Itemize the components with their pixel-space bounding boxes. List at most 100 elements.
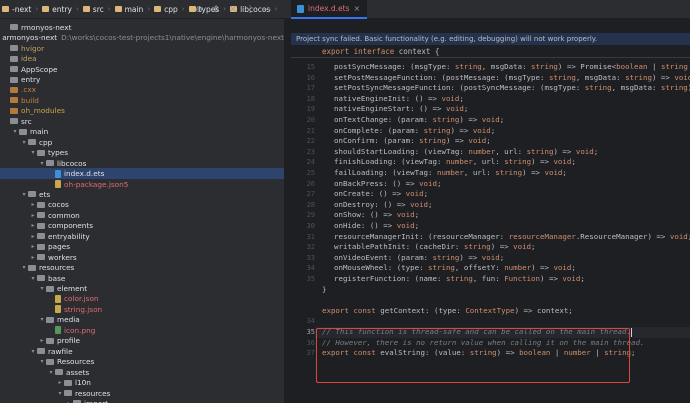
- line-number: 18: [306, 94, 315, 103]
- tree-item[interactable]: ▾ cpp: [0, 137, 284, 148]
- tree-item[interactable]: ▸ components: [0, 221, 284, 232]
- chevron-right-icon[interactable]: ▸: [29, 233, 37, 240]
- chevron-down-icon[interactable]: ▾: [29, 348, 37, 355]
- tree-item[interactable]: oh-package.json5: [0, 179, 284, 190]
- code-line[interactable]: setPostMessageFunction: (postMessage: (m…: [322, 73, 690, 84]
- tree-item[interactable]: ▾ Resources: [0, 356, 284, 367]
- tree-item[interactable]: ▸ common: [0, 210, 284, 221]
- tree-item[interactable]: ▾ resources: [0, 388, 284, 399]
- chevron-down-icon[interactable]: ▾: [20, 264, 28, 271]
- chevron-right-icon[interactable]: ▸: [29, 222, 37, 229]
- chevron-down-icon[interactable]: ▾: [11, 128, 19, 135]
- tree-item[interactable]: ▾ rawfile: [0, 346, 284, 357]
- breadcrumb-item[interactable]: main: [113, 5, 146, 14]
- tree-item[interactable]: ▾ ets: [0, 189, 284, 200]
- settings-icon[interactable]: ⋮: [245, 5, 255, 15]
- tree-item[interactable]: ▾ element: [0, 283, 284, 294]
- code-line[interactable]: onShow: () => void;: [322, 210, 419, 221]
- code-line[interactable]: onVideoEvent: (param: string) => void;: [322, 253, 504, 264]
- sticky-header[interactable]: export interface context {: [291, 45, 690, 58]
- chevron-down-icon[interactable]: ▾: [56, 390, 64, 397]
- code-line[interactable]: failLoading: (viewTag: number, url: stri…: [322, 168, 567, 179]
- minimize-icon[interactable]: —: [262, 5, 272, 15]
- chevron-down-icon[interactable]: ▾: [20, 191, 28, 198]
- code-line[interactable]: onBackPress: () => void;: [322, 179, 441, 190]
- tree-item[interactable]: oh_modules: [0, 106, 284, 117]
- code-line[interactable]: export const getContext: (type: ContextT…: [322, 306, 573, 317]
- tree-item[interactable]: ▸ workers: [0, 252, 284, 263]
- tree-item[interactable]: icon.png: [0, 325, 284, 336]
- chevron-right-icon[interactable]: ▸: [29, 201, 37, 208]
- chevron-down-icon[interactable]: ▾: [47, 369, 55, 376]
- tree-item[interactable]: hvigor: [0, 43, 284, 54]
- tree-item-label: pages: [48, 242, 71, 252]
- code-line[interactable]: registerFunction: (name: string, fun: Fu…: [322, 274, 585, 285]
- chevron-down-icon[interactable]: ▾: [38, 160, 46, 167]
- tree-item[interactable]: string.json: [0, 304, 284, 315]
- tree-item[interactable]: ▸ entryability: [0, 231, 284, 242]
- chevron-down-icon[interactable]: ▾: [38, 358, 46, 365]
- tree-item[interactable]: ▸ profile: [0, 336, 284, 347]
- code-line[interactable]: writablePathInit: (cacheDir: string) => …: [322, 242, 536, 253]
- tree-item[interactable]: ▸ pages: [0, 241, 284, 252]
- chevron-down-icon[interactable]: ▾: [29, 275, 37, 282]
- chevron-down-icon[interactable]: ▾: [29, 149, 37, 156]
- tree-item[interactable]: ▾ base: [0, 273, 284, 284]
- chevron-right-icon[interactable]: ▸: [29, 243, 37, 250]
- tree-item[interactable]: ▸ cocos: [0, 200, 284, 211]
- tree-item[interactable]: entry: [0, 74, 284, 85]
- tree-item[interactable]: color.json: [0, 294, 284, 305]
- collapse-icon[interactable]: ⇕: [211, 5, 221, 15]
- tree-item[interactable]: rmonyos-next: [0, 22, 284, 33]
- code-line[interactable]: [322, 295, 334, 306]
- code-line[interactable]: setPostSyncMessageFunction: (postSyncMes…: [322, 83, 690, 94]
- chevron-right-icon[interactable]: ▸: [56, 379, 64, 386]
- code-line[interactable]: finishLoading: (viewTag: number, url: st…: [322, 157, 576, 168]
- tree-item[interactable]: .cxx: [0, 85, 284, 96]
- chevron-down-icon[interactable]: ▾: [38, 285, 46, 292]
- tree-item[interactable]: ▸ l10n: [0, 377, 284, 388]
- chevron-right-icon[interactable]: ▸: [29, 254, 37, 261]
- close-icon[interactable]: ✕: [228, 5, 238, 15]
- tree-item[interactable]: src: [0, 116, 284, 127]
- tree-item[interactable]: index.d.ets: [0, 168, 284, 179]
- tree-item[interactable]: build: [0, 95, 284, 106]
- tree-item[interactable]: ▾ resources: [0, 262, 284, 273]
- tree-item[interactable]: armonyos-next D:\works\cocos-test-project…: [0, 32, 284, 43]
- chevron-right-icon[interactable]: ▸: [29, 212, 37, 219]
- tree-item-label: element: [57, 284, 88, 293]
- tree-item[interactable]: ▾ libcocos: [0, 158, 284, 169]
- breadcrumb-item[interactable]: entry: [40, 5, 74, 14]
- tree-item[interactable]: ▾ types: [0, 147, 284, 158]
- code-line[interactable]: [322, 316, 334, 327]
- code-line[interactable]: onComplete: (param: string) => void;: [322, 126, 495, 137]
- code-line[interactable]: onCreate: () => void;: [322, 189, 428, 200]
- tab-index-d-ets[interactable]: index.d.ets ×: [291, 0, 368, 19]
- chevron-down-icon[interactable]: ▾: [20, 139, 28, 146]
- tree-item[interactable]: ▾ assets: [0, 367, 284, 378]
- chevron-right-icon[interactable]: ▸: [38, 337, 46, 344]
- tab-close-icon[interactable]: ×: [354, 4, 361, 13]
- chevron-down-icon[interactable]: ▾: [38, 316, 46, 323]
- tree-item[interactable]: AppScope: [0, 64, 284, 75]
- code-line[interactable]: nativeEngineInit: () => void;: [322, 94, 464, 105]
- code-line[interactable]: onHide: () => void;: [322, 221, 419, 232]
- breadcrumb-item[interactable]: cpp: [152, 5, 180, 14]
- target-icon[interactable]: ⊕: [194, 5, 204, 15]
- code-line[interactable]: resourceManagerInit: (resourceManager: r…: [322, 232, 690, 243]
- tree-item[interactable]: ▸import: [0, 398, 284, 403]
- breadcrumb-item[interactable]: -next: [0, 5, 33, 14]
- tree-item[interactable]: ▾ main: [0, 127, 284, 138]
- code-line[interactable]: onTextChange: (param: string) => void;: [322, 115, 504, 126]
- code-line[interactable]: onDestroy: () => void;: [322, 200, 433, 211]
- code-line[interactable]: onMouseWheel: (type: string, offsetY: nu…: [322, 263, 576, 274]
- breadcrumb-item[interactable]: src: [81, 5, 106, 14]
- tree-item[interactable]: ▾ media: [0, 315, 284, 326]
- code-line[interactable]: shouldStartLoading: (viewTag: number, ur…: [322, 147, 598, 158]
- tree-item[interactable]: idea: [0, 53, 284, 64]
- code-token: void: [396, 210, 415, 220]
- code-line[interactable]: }: [322, 285, 326, 296]
- code-line[interactable]: onConfirm: (param: string) => void;: [322, 136, 491, 147]
- code-line[interactable]: nativeEngineStart: () => void;: [322, 104, 468, 115]
- code-line[interactable]: postSyncMessage: (msgType: string, msgDa…: [322, 62, 690, 73]
